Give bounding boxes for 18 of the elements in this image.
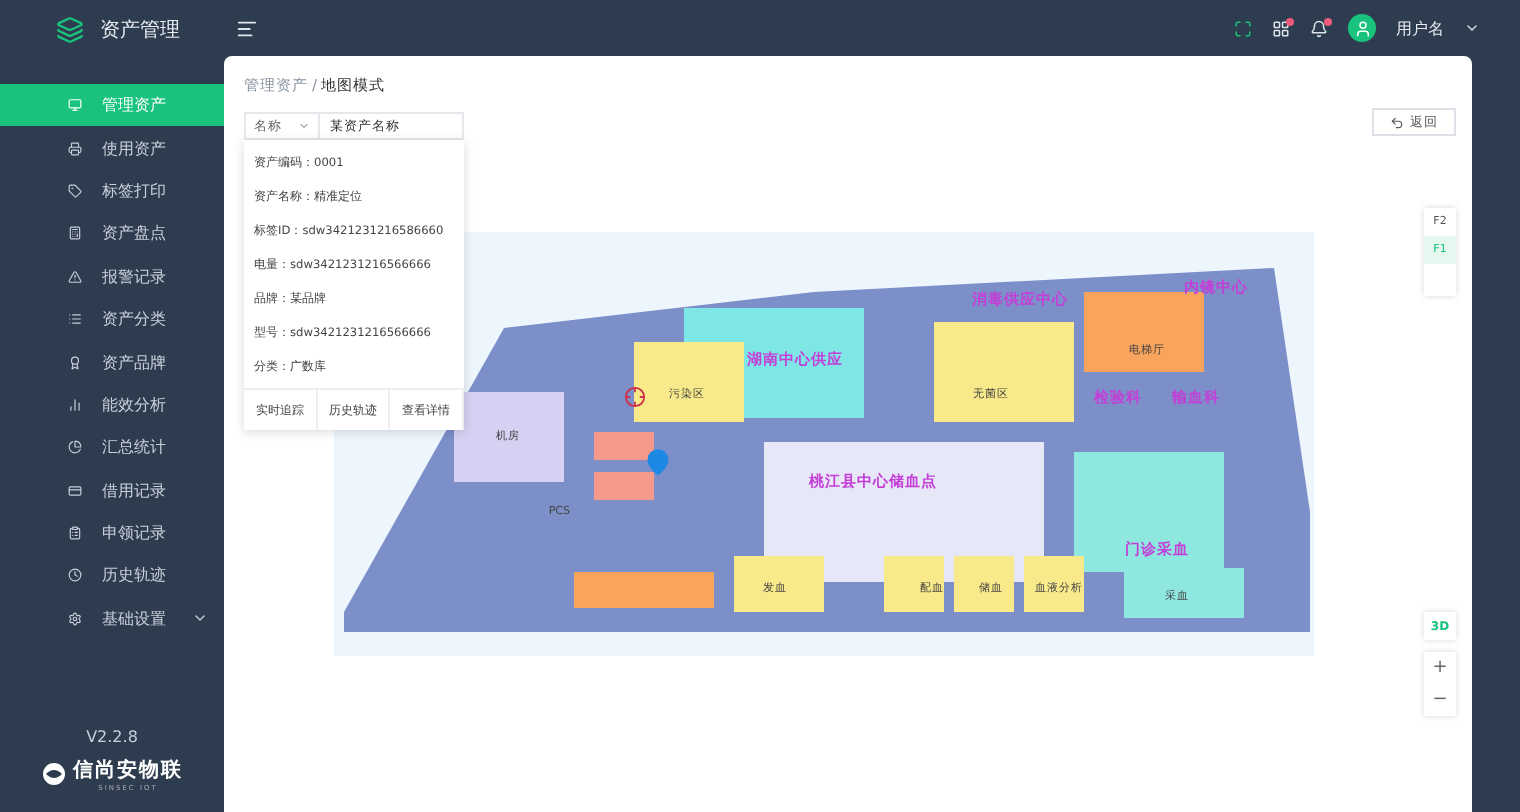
sidebar-item[interactable]: 历史轨迹: [0, 554, 224, 598]
brand-name: 信尚安物联: [73, 756, 183, 784]
sidebar-item[interactable]: 资产品牌: [0, 340, 224, 384]
version-text: V2.2.8: [86, 728, 138, 746]
sidebar-item[interactable]: 资产盘点: [0, 212, 224, 256]
sidebar-item[interactable]: 资产分类: [0, 297, 224, 341]
sidebar-item[interactable]: 借用记录: [0, 469, 224, 512]
zoom-in-button[interactable]: +: [1424, 652, 1456, 684]
sidebar-item[interactable]: 汇总统计: [0, 426, 224, 470]
user-name[interactable]: 用户名: [1396, 17, 1444, 39]
sidebar-item[interactable]: 申领记录: [0, 511, 224, 555]
sidebar-item[interactable]: 基础设置: [0, 597, 224, 641]
sidebar-item[interactable]: 报警记录: [0, 255, 224, 298]
app-title: 资产管理: [100, 17, 180, 44]
zoom-out-button[interactable]: −: [1424, 684, 1456, 716]
sidebar-item[interactable]: 使用资产: [0, 126, 224, 170]
sidebar-item[interactable]: 标签打印: [0, 169, 224, 213]
sidebar-item[interactable]: 能效分析: [0, 383, 224, 427]
